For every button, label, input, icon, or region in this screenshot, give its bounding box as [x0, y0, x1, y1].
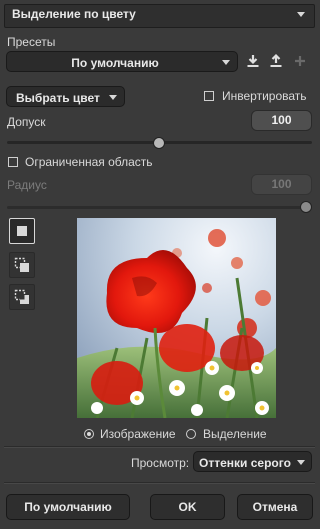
selection-view-radio[interactable]	[186, 429, 196, 439]
divider	[4, 446, 315, 448]
radius-label: Радиус	[7, 178, 47, 192]
download-icon[interactable]	[245, 53, 261, 69]
presets-label: Пресеты	[7, 35, 56, 49]
tolerance-input[interactable]: 100	[251, 110, 312, 131]
subtract-selection-tool[interactable]	[9, 284, 35, 310]
radius-slider-track[interactable]	[7, 206, 312, 209]
upload-icon[interactable]	[268, 53, 284, 69]
selection-view-label: Выделение	[203, 427, 267, 441]
image-view-radio[interactable]	[84, 429, 94, 439]
preview-image	[77, 218, 276, 418]
tolerance-slider-thumb[interactable]	[153, 137, 165, 149]
presets-value: По умолчанию	[71, 56, 159, 70]
radius-slider-thumb[interactable]	[300, 201, 312, 213]
add-selection-icon	[14, 257, 29, 272]
preview-mode-label: Просмотр:	[131, 456, 190, 470]
panel-title: Выделение по цвету	[12, 7, 136, 21]
square-select-icon	[17, 226, 27, 236]
cancel-button[interactable]: Отмена	[237, 494, 313, 520]
plus-icon[interactable]	[292, 53, 308, 69]
ok-button[interactable]: OK	[150, 494, 225, 520]
limited-area-label: Ограниченная область	[25, 155, 153, 169]
panel-menu-chevron-icon[interactable]	[297, 12, 305, 17]
invert-checkbox[interactable]	[204, 91, 214, 101]
chevron-down-icon	[109, 95, 117, 100]
radius-input[interactable]: 100	[251, 174, 312, 195]
subtract-selection-icon	[14, 289, 29, 304]
default-button[interactable]: По умолчанию	[6, 494, 130, 520]
pick-color-dropdown[interactable]: Выбрать цвет	[6, 86, 125, 107]
preview-mode-dropdown[interactable]: Оттенки серого	[193, 451, 312, 472]
image-view-label: Изображение	[100, 427, 176, 441]
divider	[4, 482, 315, 484]
presets-dropdown[interactable]: По умолчанию	[6, 51, 238, 72]
pick-color-label: Выбрать цвет	[16, 91, 100, 105]
new-selection-tool[interactable]	[9, 218, 35, 244]
limited-area-checkbox[interactable]	[8, 157, 18, 167]
chevron-down-icon	[297, 460, 305, 465]
preview-mode-value: Оттенки серого	[199, 456, 291, 470]
tolerance-label: Допуск	[7, 115, 46, 129]
add-selection-tool[interactable]	[9, 252, 35, 278]
invert-label: Инвертировать	[222, 89, 307, 103]
chevron-down-icon	[222, 60, 230, 65]
